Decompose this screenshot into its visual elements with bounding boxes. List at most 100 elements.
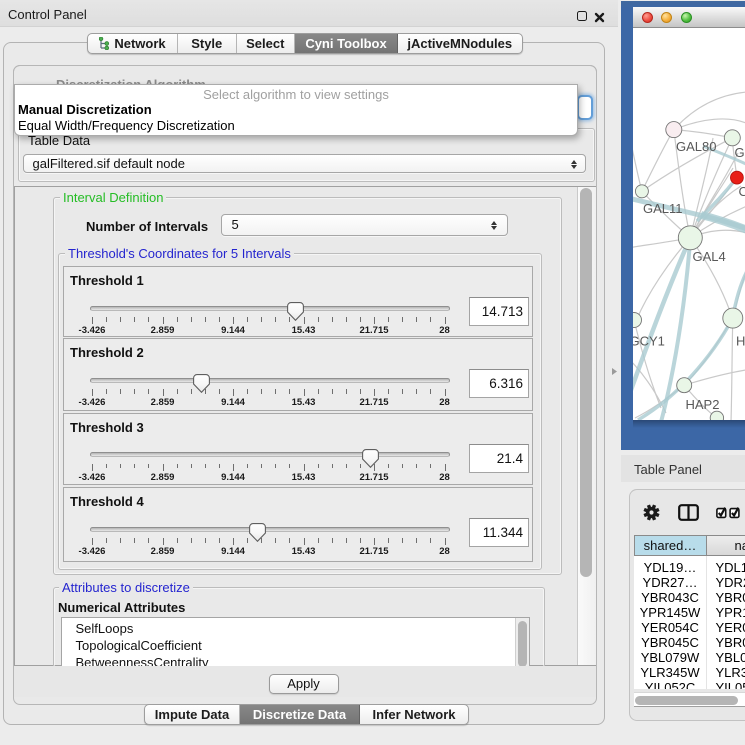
table-row[interactable]: YDL19…YDL19 (634, 560, 745, 575)
tab-infer-network[interactable]: Infer Network (360, 705, 468, 724)
attributes-list-item[interactable]: SelfLoops (76, 621, 134, 636)
traffic-minimize-icon[interactable] (661, 12, 672, 23)
threshold-value-field[interactable]: 21.4 (469, 444, 529, 473)
threshold-value-field[interactable]: 11.344 (469, 518, 529, 547)
tab-style[interactable]: Style (178, 34, 237, 53)
network-window-bottom-shade (633, 420, 745, 428)
table-data-combo[interactable]: galFiltered.sif default node (23, 154, 586, 173)
tab-select[interactable]: Select (237, 34, 296, 53)
splitter-handle[interactable] (612, 368, 617, 375)
slider-minor-tick (247, 464, 248, 469)
slider-tick-label: 28 (439, 397, 450, 408)
slider-minor-tick (388, 538, 389, 543)
threshold-slider-thumb[interactable] (249, 523, 266, 542)
slider-minor-tick (148, 538, 149, 543)
popup-item-equal-width[interactable]: Equal Width/Frequency Discretization (18, 118, 235, 133)
table-row[interactable]: YBL079WYBL07 (634, 650, 745, 665)
cell-shared-name: YBR045C (634, 635, 707, 650)
table-row[interactable]: YLR345WYLR34 (634, 665, 745, 680)
float-window-icon[interactable] (577, 11, 587, 21)
algorithm-popup: Select algorithm to view settingsManual … (14, 84, 578, 136)
cell-name: YPR14 (716, 605, 745, 620)
table-row[interactable]: YIL052CYIL05 (634, 680, 745, 689)
cell-name: YLR34 (716, 665, 745, 680)
table-row[interactable]: YER054CYER05 (634, 620, 745, 635)
tab-impute-data[interactable]: Impute Data (145, 705, 240, 724)
cell-shared-name: YIL052C (634, 680, 707, 689)
slider-minor-tick (360, 538, 361, 543)
attributes-list: SelfLoops TopologicalCoefficient Betweenne… (61, 617, 530, 666)
slider-tick-label: 21.715 (359, 546, 388, 557)
threshold-slider-track[interactable] (90, 378, 450, 383)
slider-major-tick (374, 389, 375, 396)
network-canvas[interactable]: GAL80G.C.GAL11GAL4GCY1HHAP2 (633, 28, 745, 420)
network-node-green[interactable] (710, 411, 723, 420)
popup-item-manual[interactable]: Manual Discretization (18, 102, 152, 117)
tab-network[interactable]: Network (88, 34, 178, 53)
slider-tick-label: 2.859 (151, 325, 175, 336)
slider-tick-label: -3.426 (79, 472, 106, 483)
threshold-slider-thumb[interactable] (362, 449, 379, 468)
slider-major-tick (163, 389, 164, 396)
attributes-vscrollbar-thumb[interactable] (518, 621, 527, 666)
tab-discretize-data[interactable]: Discretize Data (240, 705, 360, 724)
threshold-label: Threshold 2 (70, 345, 144, 360)
slider-minor-tick (191, 538, 192, 543)
threshold-slider-track[interactable] (90, 527, 450, 532)
popup-prompt-item[interactable]: Select algorithm to view settings (15, 87, 577, 102)
table-row[interactable]: YBR043CYBR04 (634, 590, 745, 605)
gear-icon[interactable] (643, 504, 660, 521)
network-node-green[interactable] (677, 378, 692, 393)
threshold-value-field[interactable]: 14.713 (469, 297, 529, 326)
num-intervals-combo[interactable]: 5 (221, 214, 508, 236)
cell-name: YBR04 (716, 590, 745, 605)
close-icon[interactable] (594, 10, 605, 21)
table-row[interactable]: YPR145WYPR14 (634, 605, 745, 620)
network-node-green[interactable] (723, 308, 743, 328)
algorithm-combo-fragment[interactable] (577, 95, 593, 120)
threshold-slider-track[interactable] (90, 306, 450, 311)
slider-minor-tick (318, 389, 319, 394)
slider-minor-tick (346, 464, 347, 469)
table-hscrollbar-thumb[interactable] (635, 696, 738, 705)
slider-minor-tick (148, 317, 149, 322)
traffic-close-icon[interactable] (642, 12, 653, 23)
slider-tick-label: 21.715 (359, 472, 388, 483)
tab-cyni-toolbox[interactable]: Cyni Toolbox (295, 34, 398, 53)
threshold-slider-thumb[interactable] (193, 374, 210, 393)
slider-minor-tick (416, 389, 417, 394)
slider-minor-tick (120, 464, 121, 469)
traffic-zoom-icon[interactable] (681, 12, 692, 23)
table-row[interactable]: YDR27…YDR27 (634, 575, 745, 590)
attributes-list-item[interactable]: BetweennessCentrality (76, 655, 209, 666)
column-header-shared-name[interactable]: shared… (634, 535, 707, 556)
slider-minor-tick (430, 538, 431, 543)
apply-button[interactable]: Apply (269, 674, 339, 694)
slider-tick-label: 21.715 (359, 397, 388, 408)
main-vscrollbar-thumb[interactable] (580, 188, 592, 577)
slider-tick-label: 15.43 (292, 397, 316, 408)
network-node-green[interactable] (678, 226, 702, 250)
combo-stepper-icon (491, 215, 497, 237)
network-node-pink[interactable] (666, 122, 682, 138)
slider-major-tick (374, 538, 375, 545)
split-columns-icon[interactable] (678, 504, 699, 521)
select-columns-icon[interactable] (716, 505, 740, 519)
table-row[interactable]: YBR045CYBR04 (634, 635, 745, 650)
threshold-slider-track[interactable] (90, 452, 450, 457)
network-node-green[interactable] (633, 313, 642, 328)
attributes-list-item[interactable]: TopologicalCoefficient (76, 638, 202, 653)
slider-major-tick (374, 317, 375, 324)
network-node-label: GCY1 (633, 334, 665, 349)
threshold-value-field[interactable]: 6.316 (469, 369, 529, 398)
network-node-green[interactable] (724, 130, 740, 146)
threshold-slider-thumb[interactable] (287, 302, 304, 321)
slider-tick-label: 2.859 (151, 472, 175, 483)
tab-jactivemnodules[interactable]: jActiveMNodules (398, 34, 522, 53)
network-node-green[interactable] (635, 185, 648, 198)
network-node-label: GAL4 (693, 249, 726, 264)
threshold-panel-4: Threshold 411.344-3.4262.8599.14415.4321… (63, 487, 533, 562)
slider-minor-tick (106, 538, 107, 543)
network-node-red[interactable] (731, 171, 744, 184)
slider-major-tick (92, 389, 93, 396)
